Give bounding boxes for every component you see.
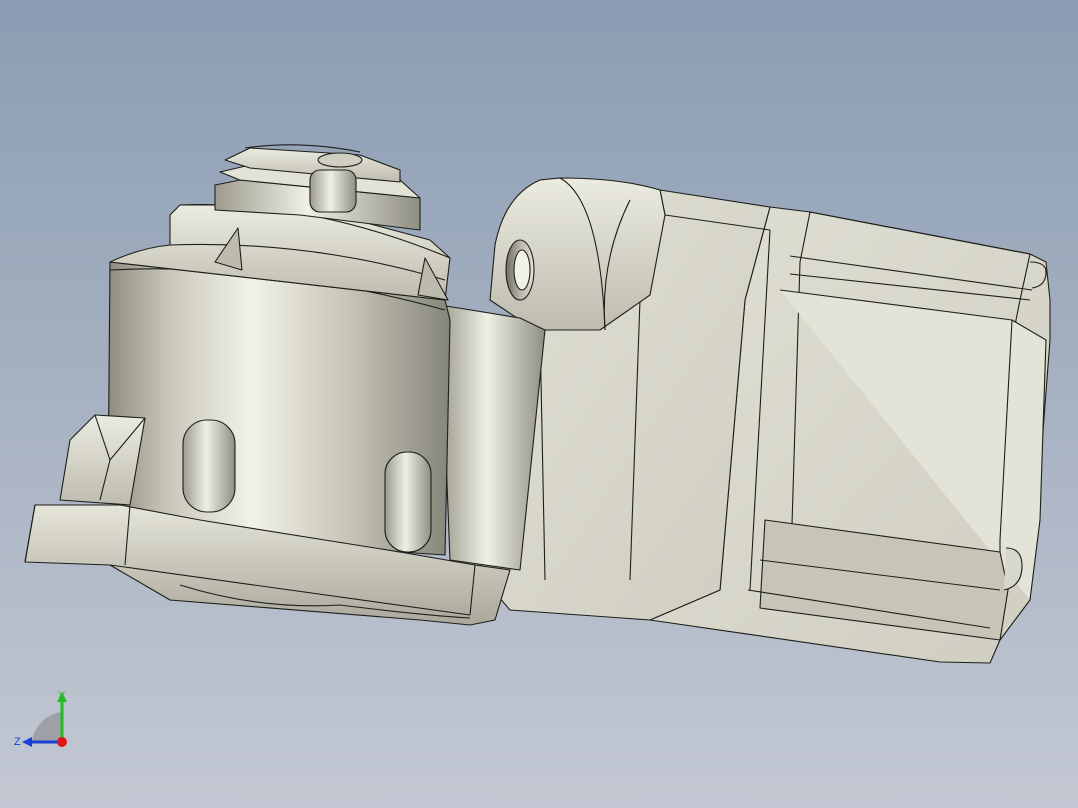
triad-arc	[32, 712, 62, 742]
x-axis-dot	[57, 737, 67, 747]
y-axis-label: Y	[58, 690, 66, 702]
coordinate-triad: Y Z	[14, 690, 67, 748]
z-axis-label: Z	[14, 736, 21, 748]
gearbox-motor-model[interactable]	[0, 0, 1078, 808]
graphics-viewport[interactable]: Y Z	[0, 0, 1078, 808]
z-axis-arrow	[22, 737, 32, 747]
